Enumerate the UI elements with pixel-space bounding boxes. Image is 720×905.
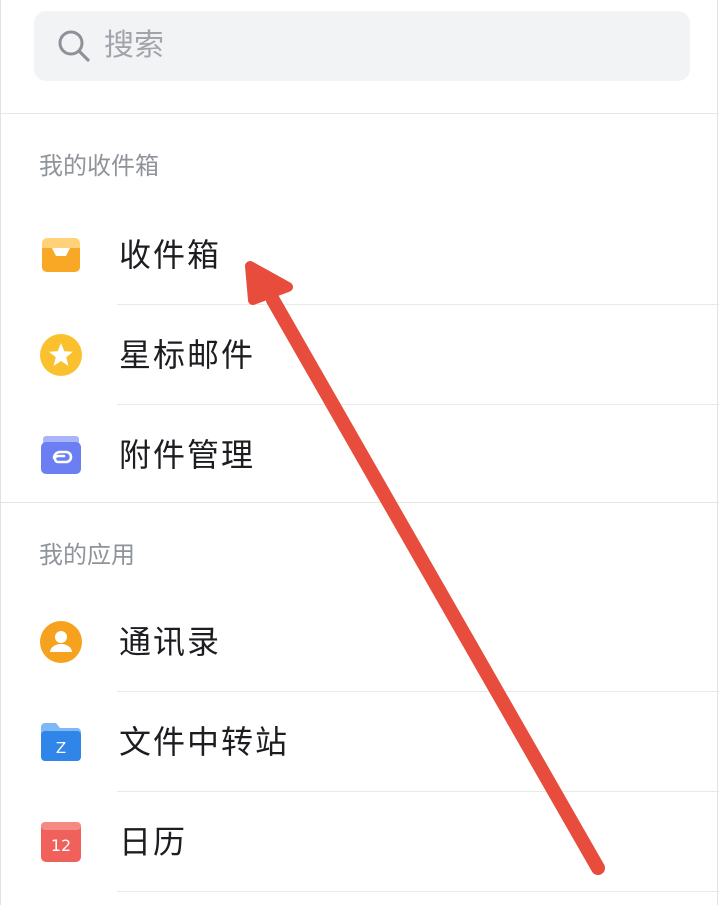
section-title-apps: 我的应用 — [39, 541, 135, 569]
menu-item-label: 文件中转站 — [119, 723, 290, 761]
calendar-glyph: 12 — [51, 836, 71, 855]
menu-item-calendar[interactable]: 12 日历 — [1, 792, 719, 892]
search-placeholder: 搜索 — [104, 28, 164, 63]
search-input[interactable]: 搜索 — [34, 11, 690, 81]
calendar-icon: 12 — [41, 822, 81, 862]
section-divider — [1, 502, 719, 503]
sidebar-panel: 搜索 我的收件箱 收件箱 星标邮件 附件管理 我的应用 通讯录 Z 文件中转站 … — [0, 0, 719, 905]
menu-item-label: 日历 — [119, 823, 188, 861]
menu-item-label: 附件管理 — [119, 436, 256, 474]
star-icon — [40, 334, 82, 376]
section-title-inbox: 我的收件箱 — [39, 152, 159, 180]
contacts-icon — [40, 621, 82, 663]
menu-item-attachments[interactable]: 附件管理 — [1, 405, 719, 505]
search-icon — [58, 30, 90, 62]
file-transfer-glyph: Z — [56, 739, 66, 757]
file-transfer-icon: Z — [41, 723, 81, 761]
menu-item-contacts[interactable]: 通讯录 — [1, 592, 719, 692]
search-area: 搜索 — [1, 0, 719, 114]
inbox-icon — [42, 238, 80, 272]
menu-item-file-transfer[interactable]: Z 文件中转站 — [1, 692, 719, 792]
menu-item-label: 收件箱 — [119, 236, 222, 274]
menu-item-inbox[interactable]: 收件箱 — [1, 205, 719, 305]
divider — [117, 891, 719, 892]
menu-item-label: 通讯录 — [119, 623, 222, 661]
menu-item-starred[interactable]: 星标邮件 — [1, 305, 719, 405]
menu-item-label: 星标邮件 — [119, 336, 256, 374]
attachment-icon — [41, 436, 81, 474]
